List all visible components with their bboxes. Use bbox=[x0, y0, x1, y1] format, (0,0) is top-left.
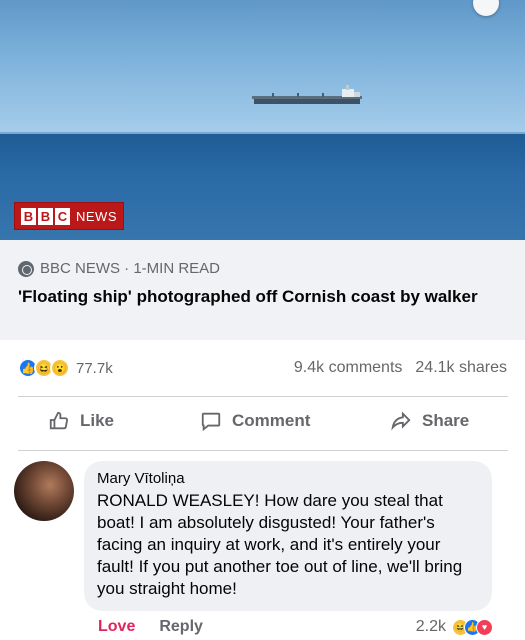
divider bbox=[18, 450, 508, 451]
sky bbox=[0, 0, 525, 134]
bbc-news-logo: B B C NEWS bbox=[14, 202, 124, 230]
engagement-counts: 9.4k comments 24.1k shares bbox=[294, 359, 507, 377]
like-button[interactable]: Like bbox=[48, 410, 114, 432]
comment-bubble-icon bbox=[201, 412, 221, 432]
headline[interactable]: 'Floating ship' photographed off Cornish… bbox=[18, 286, 508, 308]
comment-actions: Love Reply bbox=[98, 618, 203, 636]
logo-block: B bbox=[21, 207, 36, 225]
ship-image bbox=[252, 85, 362, 104]
source-row: BBC NEWS · 1-MIN READ bbox=[18, 260, 220, 277]
share-button[interactable]: Share bbox=[390, 410, 469, 432]
share-label: Share bbox=[422, 411, 470, 430]
reaction-bar: 👍 😆 😮 77.7k 9.4k comments 24.1k shares bbox=[0, 340, 525, 390]
comment-reaction-count: 2.2k bbox=[415, 618, 446, 635]
love-icon: ♥ bbox=[476, 618, 493, 636]
action-bar: Like Comment Share bbox=[0, 400, 525, 448]
comment-bubble: Mary Vītoliņa RONALD WEASLEY! How dare y… bbox=[84, 461, 492, 611]
thumbs-up-icon bbox=[49, 411, 69, 430]
logo-block: C bbox=[55, 207, 70, 225]
wow-icon: 😮 bbox=[50, 358, 70, 378]
share-count[interactable]: 24.1k shares bbox=[415, 359, 507, 377]
logo-text: NEWS bbox=[76, 208, 117, 224]
avatar[interactable] bbox=[14, 461, 74, 521]
logo-block: B bbox=[38, 207, 53, 225]
like-label: Like bbox=[80, 411, 115, 430]
share-arrow-icon bbox=[391, 411, 411, 431]
reply-button[interactable]: Reply bbox=[159, 618, 203, 636]
comment-label: Comment bbox=[232, 411, 311, 430]
comment-text: RONALD WEASLEY! How dare you steal that … bbox=[97, 491, 463, 598]
globe-icon bbox=[18, 260, 34, 277]
source-label: BBC NEWS · 1-MIN READ bbox=[40, 260, 221, 277]
link-preview[interactable]: BBC NEWS · 1-MIN READ 'Floating ship' ph… bbox=[0, 240, 525, 340]
love-button[interactable]: Love bbox=[98, 618, 135, 636]
divider bbox=[18, 396, 508, 397]
reaction-count: 77.7k bbox=[76, 359, 113, 377]
comment-count[interactable]: 9.4k comments bbox=[294, 359, 402, 377]
reaction-summary[interactable]: 👍 😆 😮 77.7k bbox=[18, 358, 113, 378]
comment-reactions[interactable]: 2.2k 😆 👍 ♥ bbox=[416, 618, 493, 636]
post-photo[interactable]: B B C NEWS bbox=[0, 0, 525, 240]
comment-author[interactable]: Mary Vītoliņa bbox=[97, 469, 479, 488]
comment-button[interactable]: Comment bbox=[200, 410, 310, 432]
